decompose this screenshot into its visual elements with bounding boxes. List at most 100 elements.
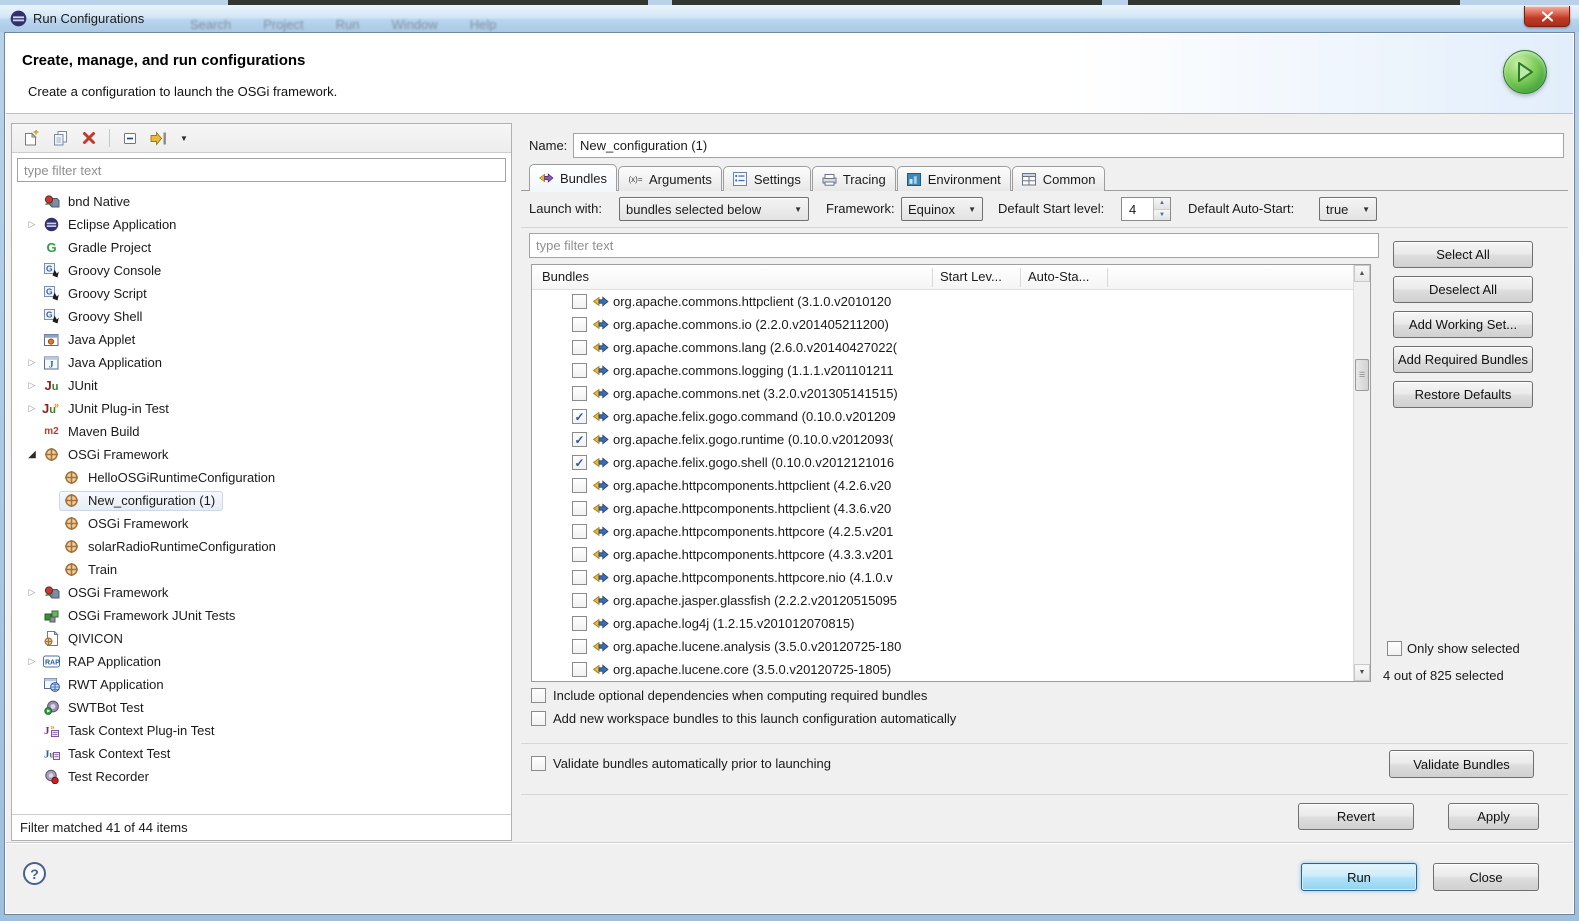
configurations-filter-input[interactable]	[17, 158, 506, 182]
bundle-checkbox[interactable]	[572, 524, 587, 539]
tree-twisty-icon[interactable]: ▷	[25, 219, 39, 230]
bundle-checkbox[interactable]: ✓	[572, 409, 587, 424]
bundle-row[interactable]: org.apache.commons.httpclient (3.1.0.v20…	[532, 290, 1353, 313]
bundle-checkbox[interactable]	[572, 570, 587, 585]
tab-arguments[interactable]: (x)=Arguments	[618, 166, 722, 191]
column-header-start-level[interactable]: Start Lev...	[940, 269, 1002, 284]
only-show-selected-row[interactable]: Only show selected	[1387, 641, 1520, 656]
run-button[interactable]: Run	[1301, 863, 1417, 891]
apply-button[interactable]: Apply	[1448, 803, 1539, 830]
title-bar[interactable]: SearchProjectRunWindowHelp Run Configura…	[0, 5, 1579, 32]
bundle-checkbox[interactable]	[572, 593, 587, 608]
tree-item[interactable]: ▷JuJUnit	[12, 374, 511, 397]
bundle-row[interactable]: org.apache.httpcomponents.httpclient (4.…	[532, 474, 1353, 497]
bundle-row[interactable]: org.apache.commons.logging (1.1.1.v20110…	[532, 359, 1353, 382]
bundle-checkbox[interactable]	[572, 501, 587, 516]
bundle-checkbox[interactable]	[572, 317, 587, 332]
tree-item[interactable]: ▷Ju»JUnit Plug-in Test	[12, 397, 511, 420]
bundle-checkbox[interactable]	[572, 386, 587, 401]
bundle-row[interactable]: ✓org.apache.felix.gogo.shell (0.10.0.v20…	[532, 451, 1353, 474]
bundle-checkbox[interactable]: ✓	[572, 432, 587, 447]
bundle-checkbox[interactable]	[572, 363, 587, 378]
bundle-row[interactable]: ✓org.apache.felix.gogo.runtime (0.10.0.v…	[532, 428, 1353, 451]
close-window-button[interactable]	[1524, 6, 1570, 27]
tree-item[interactable]: ◢OSGi Framework	[12, 443, 511, 466]
tree-twisty-icon[interactable]: ▷	[25, 403, 39, 414]
tree-item[interactable]: RWT Application	[12, 673, 511, 696]
add-workspace-row[interactable]: Add new workspace bundles to this launch…	[531, 711, 956, 726]
scrollbar-thumb[interactable]: ☰	[1355, 359, 1369, 391]
bundle-row[interactable]: org.apache.httpcomponents.httpcore (4.3.…	[532, 543, 1353, 566]
tree-item[interactable]: ▷Eclipse Application	[12, 213, 511, 236]
tree-item[interactable]: ▷JJava Application	[12, 351, 511, 374]
tree-item[interactable]: solarRadioRuntimeConfiguration	[12, 535, 511, 558]
spinner-down-button[interactable]: ▼	[1154, 210, 1170, 221]
tree-item[interactable]: HelloOSGiRuntimeConfiguration	[12, 466, 511, 489]
bundle-row[interactable]: org.apache.lucene.analysis (3.5.0.v20120…	[532, 635, 1353, 658]
tree-item[interactable]: Java Applet	[12, 328, 511, 351]
only-show-selected-checkbox[interactable]	[1387, 641, 1402, 656]
bundle-checkbox[interactable]: ✓	[572, 455, 587, 470]
validate-row[interactable]: Validate bundles automatically prior to …	[531, 756, 831, 771]
tree-item[interactable]: GGradle Project	[12, 236, 511, 259]
tab-bundles[interactable]: Bundles	[529, 164, 617, 191]
bundle-row[interactable]: org.apache.log4j (1.2.15.v201012070815)	[532, 612, 1353, 635]
duplicate-configuration-button[interactable]	[49, 127, 71, 149]
tree-twisty-icon[interactable]: ▷	[25, 587, 39, 598]
tree-item[interactable]: Test Recorder	[12, 765, 511, 788]
chevron-down-icon[interactable]: ▼	[177, 127, 191, 149]
column-header-auto-start[interactable]: Auto-Sta...	[1028, 269, 1089, 284]
configuration-name-input[interactable]	[573, 133, 1564, 158]
bundle-row[interactable]: org.apache.httpcomponents.httpcore (4.2.…	[532, 520, 1353, 543]
tree-twisty-icon[interactable]: ▷	[25, 357, 39, 368]
include-optional-row[interactable]: Include optional dependencies when compu…	[531, 688, 927, 703]
tree-item[interactable]: GGroovy Console	[12, 259, 511, 282]
tab-environment[interactable]: Environment	[897, 166, 1011, 191]
tree-item[interactable]: QIVICON	[12, 627, 511, 650]
bundle-row[interactable]: org.apache.commons.net (3.2.0.v201305141…	[532, 382, 1353, 405]
bundle-row[interactable]: org.apache.commons.io (2.2.0.v2014052112…	[532, 313, 1353, 336]
tree-item[interactable]: bnd Native	[12, 190, 511, 213]
bundle-row[interactable]: org.apache.httpcomponents.httpcore.nio (…	[532, 566, 1353, 589]
bundle-checkbox[interactable]	[572, 294, 587, 309]
bundle-checkbox[interactable]	[572, 340, 587, 355]
tree-item[interactable]: ▷RAPRAP Application	[12, 650, 511, 673]
tree-item[interactable]: New_configuration (1)	[12, 489, 511, 512]
filter-icon[interactable]	[148, 127, 170, 149]
tree-twisty-icon[interactable]: ▷	[25, 656, 39, 667]
bundle-checkbox[interactable]	[572, 639, 587, 654]
new-configuration-button[interactable]	[20, 127, 42, 149]
tree-item[interactable]: OSGi Framework	[12, 512, 511, 535]
include-optional-checkbox[interactable]	[531, 688, 546, 703]
scroll-up-button[interactable]: ▲	[1354, 265, 1370, 282]
column-header-bundles[interactable]: Bundles	[542, 269, 589, 284]
framework-select[interactable]: Equinox▼	[901, 197, 983, 221]
tab-tracing[interactable]: Tracing	[812, 166, 896, 191]
select-all-button[interactable]: Select All	[1393, 241, 1533, 268]
auto-start-select[interactable]: true▼	[1319, 197, 1377, 221]
bundle-checkbox[interactable]	[572, 662, 587, 677]
tree-item[interactable]: Train	[12, 558, 511, 581]
bundle-row[interactable]: org.apache.lucene.core (3.5.0.v20120725-…	[532, 658, 1353, 681]
launch-with-select[interactable]: bundles selected below▼	[619, 197, 809, 221]
tree-item[interactable]: GGroovy Script	[12, 282, 511, 305]
validate-checkbox[interactable]	[531, 756, 546, 771]
tree-item[interactable]: GGroovy Shell	[12, 305, 511, 328]
scroll-down-button[interactable]: ▼	[1354, 664, 1370, 681]
tree-item[interactable]: JuTask Context Test	[12, 742, 511, 765]
tree-twisty-icon[interactable]: ◢	[25, 449, 39, 460]
tab-settings[interactable]: Settings	[723, 166, 811, 191]
bundle-row[interactable]: org.apache.httpcomponents.httpclient (4.…	[532, 497, 1353, 520]
bundle-checkbox[interactable]	[572, 478, 587, 493]
tree-item[interactable]: OSGi Framework JUnit Tests	[12, 604, 511, 627]
deselect-all-button[interactable]: Deselect All	[1393, 276, 1533, 303]
revert-button[interactable]: Revert	[1298, 803, 1414, 830]
spinner-up-button[interactable]: ▲	[1154, 198, 1170, 210]
add-required-bundles-button[interactable]: Add Required Bundles	[1393, 346, 1533, 373]
bundles-scrollbar[interactable]: ▲ ☰ ▼	[1353, 265, 1370, 681]
tree-item[interactable]: m2Maven Build	[12, 420, 511, 443]
tab-common[interactable]: Common	[1012, 166, 1106, 191]
bundle-checkbox[interactable]	[572, 547, 587, 562]
bundle-row[interactable]: ✓org.apache.felix.gogo.command (0.10.0.v…	[532, 405, 1353, 428]
collapse-all-button[interactable]	[119, 127, 141, 149]
